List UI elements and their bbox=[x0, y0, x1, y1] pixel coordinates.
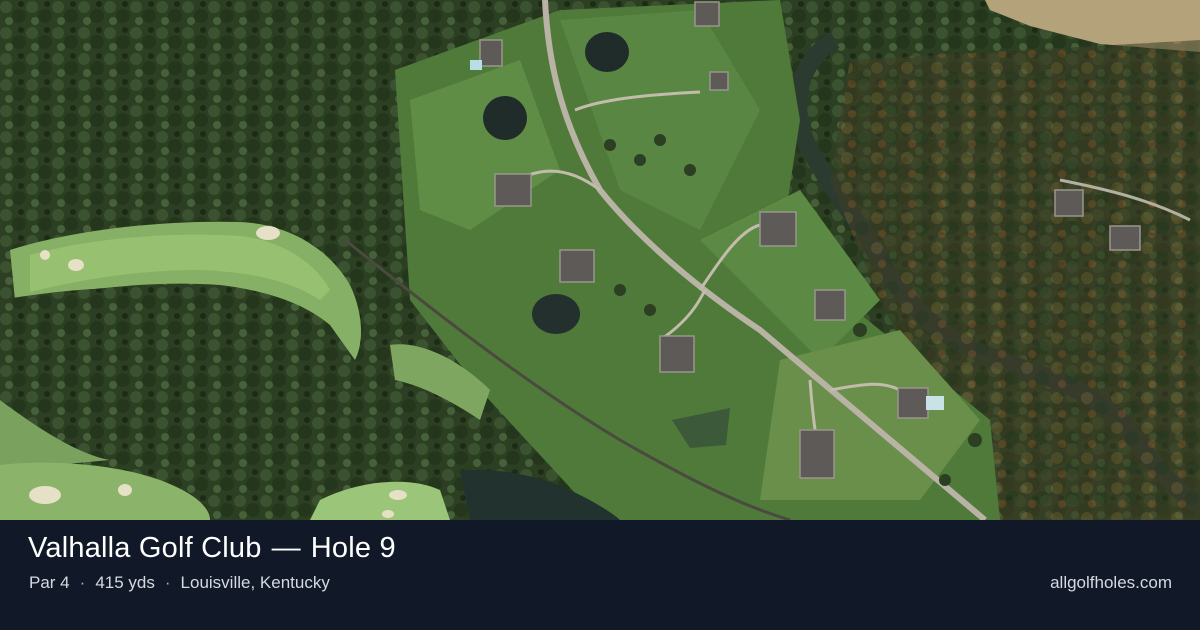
aerial-image bbox=[0, 0, 1200, 520]
pond bbox=[483, 96, 527, 140]
bunker bbox=[68, 259, 84, 271]
hole-details: Par 4 · 415 yds · Louisville, Kentucky bbox=[29, 573, 330, 593]
distance-value: 415 yds bbox=[95, 573, 155, 592]
bunker bbox=[40, 250, 50, 260]
satellite-map bbox=[0, 0, 1200, 520]
bunker bbox=[389, 490, 407, 500]
title-separator: — bbox=[271, 532, 301, 564]
pond bbox=[585, 32, 629, 72]
details-separator: · bbox=[164, 573, 171, 592]
bunker bbox=[118, 484, 132, 496]
site-name: allgolfholes.com bbox=[1050, 573, 1172, 592]
details-separator: · bbox=[79, 573, 86, 592]
info-footer: Valhalla Golf Club — Hole 9 Par 4 · 415 yds ·… bbox=[0, 520, 1200, 630]
pond bbox=[532, 294, 580, 334]
par-value: Par 4 bbox=[29, 573, 70, 592]
location-value: Louisville, Kentucky bbox=[180, 573, 330, 592]
page-title: Valhalla Golf Club — Hole 9 bbox=[28, 532, 396, 565]
bunker bbox=[29, 486, 61, 504]
course-name: Valhalla Golf Club bbox=[28, 532, 262, 564]
bunker bbox=[256, 226, 280, 240]
hole-label: Hole 9 bbox=[310, 532, 396, 564]
